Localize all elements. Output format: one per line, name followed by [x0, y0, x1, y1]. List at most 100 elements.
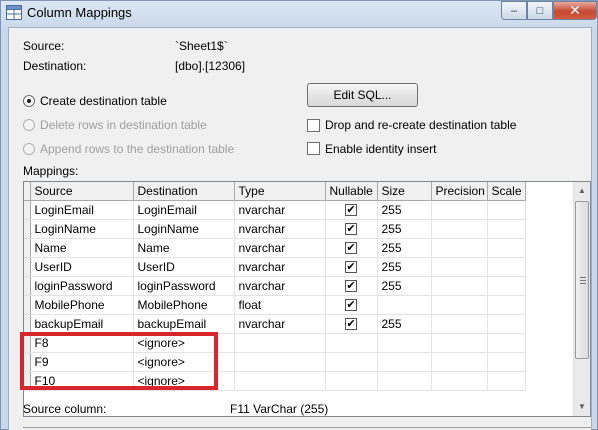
column-header-precision[interactable]: Precision [431, 182, 488, 201]
size-cell[interactable]: 255 [377, 219, 432, 239]
size-cell[interactable] [377, 352, 432, 372]
destination-cell[interactable]: LoginEmail [133, 200, 235, 220]
table-row[interactable]: Name Name nvarchar ✔ 255 [24, 238, 526, 258]
precision-cell[interactable] [431, 219, 488, 239]
drop-recreate-checkbox[interactable] [307, 119, 320, 132]
scale-cell[interactable] [487, 352, 526, 372]
precision-cell[interactable] [431, 200, 488, 220]
destination-cell[interactable]: Name [133, 238, 235, 258]
table-row[interactable]: LoginEmail LoginEmail nvarchar ✔ 255 [24, 200, 526, 220]
precision-cell[interactable] [431, 276, 488, 296]
size-cell[interactable]: 255 [377, 200, 432, 220]
type-cell[interactable]: nvarchar [234, 276, 326, 296]
scale-cell[interactable] [487, 238, 526, 258]
column-header-nullable[interactable]: Nullable [325, 182, 378, 201]
create-table-label[interactable]: Create destination table [40, 94, 167, 108]
delete-rows-radio[interactable] [23, 119, 35, 131]
table-row[interactable]: backupEmail backupEmail nvarchar ✔ 255 [24, 314, 526, 334]
table-row[interactable]: LoginName LoginName nvarchar ✔ 255 [24, 219, 526, 239]
type-cell[interactable] [234, 352, 326, 372]
destination-cell[interactable]: LoginName [133, 219, 235, 239]
type-cell[interactable]: nvarchar [234, 200, 326, 220]
nullable-checkbox[interactable]: ✔ [345, 242, 357, 255]
nullable-checkbox[interactable]: ✔ [345, 223, 357, 236]
nullable-checkbox[interactable]: ✔ [345, 204, 357, 217]
nullable-checkbox[interactable]: ✔ [345, 318, 357, 331]
table-row[interactable]: loginPassword loginPassword nvarchar ✔ 255 [24, 276, 526, 296]
enable-identity-label[interactable]: Enable identity insert [325, 142, 436, 156]
nullable-cell[interactable] [325, 333, 378, 353]
nullable-cell[interactable]: ✔ [325, 276, 378, 296]
destination-cell[interactable]: UserID [133, 257, 235, 277]
scroll-up-arrow-icon[interactable]: ▲ [574, 182, 590, 199]
append-rows-label[interactable]: Append rows to the destination table [40, 142, 234, 156]
precision-cell[interactable] [431, 333, 488, 353]
column-header-destination[interactable]: Destination [133, 182, 235, 201]
precision-cell[interactable] [431, 352, 488, 372]
size-cell[interactable]: 255 [377, 257, 432, 277]
nullable-cell[interactable]: ✔ [325, 219, 378, 239]
nullable-cell[interactable]: ✔ [325, 314, 378, 334]
scale-cell[interactable] [487, 257, 526, 277]
type-cell[interactable] [234, 333, 326, 353]
nullable-cell[interactable] [325, 352, 378, 372]
precision-cell[interactable] [431, 257, 488, 277]
scale-cell[interactable] [487, 333, 526, 353]
nullable-checkbox[interactable]: ✔ [345, 261, 357, 274]
source-cell[interactable]: UserID [30, 257, 134, 277]
scroll-thumb[interactable] [575, 201, 589, 359]
create-table-radio[interactable] [23, 95, 35, 107]
column-header-type[interactable]: Type [234, 182, 326, 201]
size-cell[interactable] [377, 295, 432, 315]
nullable-cell[interactable]: ✔ [325, 257, 378, 277]
drop-recreate-label[interactable]: Drop and re-create destination table [325, 118, 516, 132]
source-cell[interactable]: LoginName [30, 219, 134, 239]
scroll-down-arrow-icon[interactable]: ▼ [574, 398, 590, 415]
maximize-button[interactable]: □ [527, 1, 553, 20]
nullable-checkbox[interactable]: ✔ [345, 299, 357, 312]
column-header-size[interactable]: Size [377, 182, 432, 201]
table-row[interactable]: MobilePhone MobilePhone float ✔ [24, 295, 526, 315]
nullable-cell[interactable]: ✔ [325, 295, 378, 315]
type-cell[interactable] [234, 371, 326, 391]
size-cell[interactable]: 255 [377, 276, 432, 296]
source-cell[interactable]: backupEmail [30, 314, 134, 334]
source-cell[interactable]: Name [30, 238, 134, 258]
scale-cell[interactable] [487, 200, 526, 220]
source-cell[interactable]: LoginEmail [30, 200, 134, 220]
scale-cell[interactable] [487, 314, 526, 334]
destination-cell[interactable]: backupEmail [133, 314, 235, 334]
vertical-scrollbar[interactable]: ▲ ▼ [573, 182, 590, 416]
enable-identity-checkbox[interactable] [307, 142, 320, 155]
type-cell[interactable]: float [234, 295, 326, 315]
close-button[interactable]: ✕ [553, 1, 597, 20]
edit-sql-button[interactable]: Edit SQL... [307, 83, 418, 107]
nullable-cell[interactable]: ✔ [325, 238, 378, 258]
source-cell[interactable]: MobilePhone [30, 295, 134, 315]
delete-rows-label[interactable]: Delete rows in destination table [40, 118, 207, 132]
nullable-cell[interactable] [325, 371, 378, 391]
title-bar[interactable]: Column Mappings – □ ✕ [1, 1, 598, 27]
size-cell[interactable] [377, 371, 432, 391]
append-rows-radio[interactable] [23, 143, 35, 155]
type-cell[interactable]: nvarchar [234, 219, 326, 239]
precision-cell[interactable] [431, 295, 488, 315]
scale-cell[interactable] [487, 295, 526, 315]
size-cell[interactable]: 255 [377, 238, 432, 258]
destination-cell[interactable]: loginPassword [133, 276, 235, 296]
scale-cell[interactable] [487, 276, 526, 296]
nullable-cell[interactable]: ✔ [325, 200, 378, 220]
size-cell[interactable]: 255 [377, 314, 432, 334]
destination-cell[interactable]: MobilePhone [133, 295, 235, 315]
type-cell[interactable]: nvarchar [234, 314, 326, 334]
minimize-button[interactable]: – [501, 1, 527, 20]
source-cell[interactable]: loginPassword [30, 276, 134, 296]
scale-cell[interactable] [487, 219, 526, 239]
column-header-source[interactable]: Source [30, 182, 134, 201]
scale-cell[interactable] [487, 371, 526, 391]
precision-cell[interactable] [431, 371, 488, 391]
column-header-scale[interactable]: Scale [487, 182, 526, 201]
type-cell[interactable]: nvarchar [234, 238, 326, 258]
table-row[interactable]: UserID UserID nvarchar ✔ 255 [24, 257, 526, 277]
type-cell[interactable]: nvarchar [234, 257, 326, 277]
